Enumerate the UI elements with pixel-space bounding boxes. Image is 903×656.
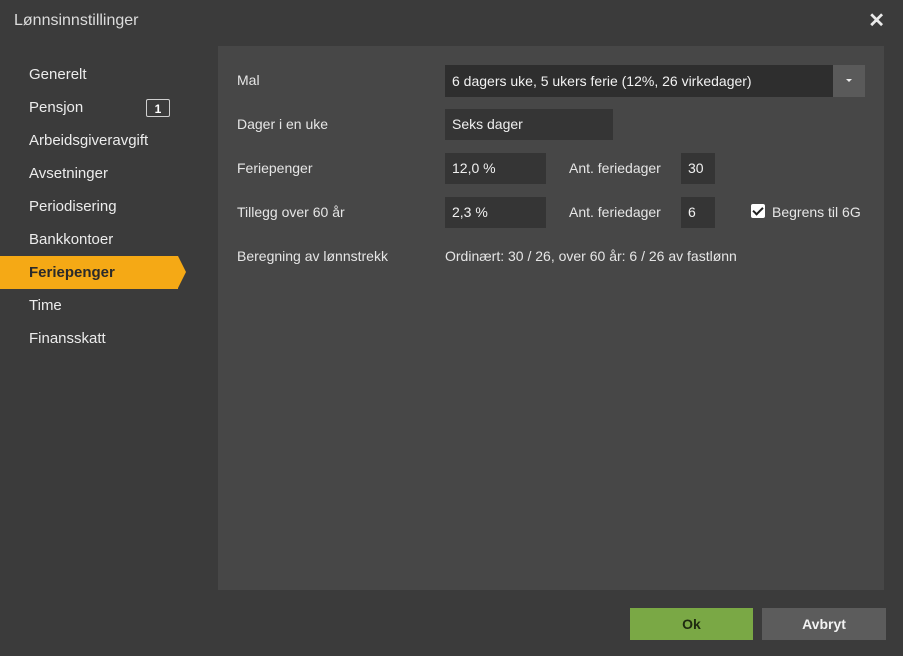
dager-field[interactable]: Seks dager — [445, 109, 613, 140]
sidebar-item-label: Bankkontoer — [29, 231, 114, 248]
count-badge: 1 — [146, 99, 170, 117]
beregning-label: Beregning av lønnstrekk — [237, 248, 388, 264]
sidebar-item-bankkontoer[interactable]: Bankkontoer — [0, 223, 178, 256]
sidebar-item-finansskatt[interactable]: Finansskatt — [0, 322, 178, 355]
sidebar-item-label: Feriepenger — [29, 264, 115, 281]
chevron-down-icon[interactable] — [833, 65, 865, 97]
sidebar-item-time[interactable]: Time — [0, 289, 178, 322]
sidebar-item-label: Time — [29, 297, 62, 314]
sidebar-item-label: Finansskatt — [29, 330, 106, 347]
feriepenger-label: Feriepenger — [237, 160, 313, 176]
sidebar-item-pensjon[interactable]: Pensjon 1 — [0, 91, 178, 124]
title-bar: Lønnsinnstillinger ✕ — [0, 0, 903, 42]
ok-button[interactable]: Ok — [630, 608, 753, 640]
sidebar-item-label: Arbeidsgiveravgift — [29, 132, 149, 149]
sidebar: Generelt Pensjon 1 Arbeidsgiveravgift Avs… — [0, 58, 200, 355]
tillegg-field[interactable]: 2,3 % — [445, 197, 546, 228]
sidebar-item-label: Avsetninger — [29, 165, 108, 182]
mal-label: Mal — [237, 72, 260, 88]
ant-feriedager-field[interactable]: 30 — [681, 153, 715, 184]
sidebar-item-arbeidsgiveravgift[interactable]: Arbeidsgiveravgift — [0, 124, 178, 157]
sidebar-item-generelt[interactable]: Generelt — [0, 58, 178, 91]
begrens-checkbox[interactable] — [751, 204, 765, 218]
sidebar-item-label: Pensjon — [29, 99, 84, 116]
feriepenger-panel: Mal 6 dagers uke, 5 ukers ferie (12%, 26… — [218, 46, 884, 590]
sidebar-item-periodisering[interactable]: Periodisering — [0, 190, 178, 223]
mal-select[interactable]: 6 dagers uke, 5 ukers ferie (12%, 26 vir… — [445, 65, 865, 97]
close-icon[interactable]: ✕ — [868, 10, 885, 32]
dialog-title: Lønnsinnstillinger — [14, 12, 139, 29]
begrens-label: Begrens til 6G — [772, 204, 861, 220]
beregning-value: Ordinært: 30 / 26, over 60 år: 6 / 26 av… — [445, 248, 737, 264]
ant-feriedager-field-2[interactable]: 6 — [681, 197, 715, 228]
sidebar-item-feriepenger[interactable]: Feriepenger — [0, 256, 186, 289]
feriepenger-field[interactable]: 12,0 % — [445, 153, 546, 184]
sidebar-item-label: Periodisering — [29, 198, 117, 215]
settings-dialog: Lønnsinnstillinger ✕ Generelt Pensjon 1 A… — [0, 0, 903, 656]
ant-feriedager-label: Ant. feriedager — [569, 160, 661, 176]
cancel-button[interactable]: Avbryt — [762, 608, 886, 640]
tillegg-label: Tillegg over 60 år — [237, 204, 345, 220]
sidebar-item-avsetninger[interactable]: Avsetninger — [0, 157, 178, 190]
sidebar-item-label: Generelt — [29, 66, 87, 83]
dager-label: Dager i en uke — [237, 116, 329, 132]
ant-feriedager-label-2: Ant. feriedager — [569, 204, 661, 220]
mal-select-value: 6 dagers uke, 5 ukers ferie (12%, 26 vir… — [452, 73, 752, 89]
